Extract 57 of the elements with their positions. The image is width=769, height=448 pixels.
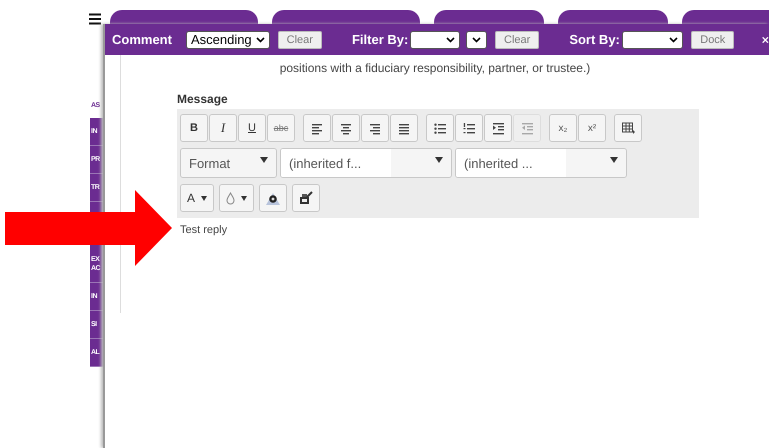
outdent-icon: [520, 121, 534, 135]
subscript-button[interactable]: x₂: [549, 114, 577, 142]
sort-label: Sort By:: [569, 32, 620, 47]
gear-icon: [266, 192, 280, 204]
indent-button[interactable]: [484, 114, 512, 142]
bullet-list-button[interactable]: [426, 114, 454, 142]
align-right-icon: [368, 121, 382, 135]
filter-label: Filter By:: [352, 32, 408, 47]
table-button[interactable]: [614, 114, 642, 142]
underline-button[interactable]: U: [238, 114, 266, 142]
number-list-button[interactable]: [455, 114, 483, 142]
order-select[interactable]: Ascending: [186, 30, 270, 48]
align-center-button[interactable]: [332, 114, 360, 142]
bullet-list-icon: [433, 121, 447, 135]
clear-button[interactable]: Clear: [495, 30, 540, 48]
superscript-button[interactable]: x²: [578, 114, 606, 142]
italic-button[interactable]: I: [209, 114, 237, 142]
close-icon[interactable]: [762, 34, 769, 44]
chevron-icon: [446, 36, 456, 42]
size-dropdown[interactable]: (inherited ...: [455, 148, 627, 178]
background-color-button[interactable]: [219, 184, 254, 212]
sort-select[interactable]: [622, 30, 684, 48]
format-dropdown[interactable]: Format: [180, 148, 277, 178]
menu-icon[interactable]: [89, 13, 101, 25]
filter-select[interactable]: [410, 30, 460, 48]
panel-title: Comment: [112, 32, 172, 47]
nav-tab[interactable]: [682, 10, 769, 24]
align-left-icon: [310, 121, 324, 135]
indent-icon: [491, 121, 505, 135]
bold-button[interactable]: B: [180, 114, 208, 142]
intro-text: positions with a fiduciary responsibility, partner, or trustee.): [278, 60, 592, 75]
align-left-button[interactable]: [303, 114, 331, 142]
nav-tab[interactable]: [558, 10, 668, 24]
nav-tab[interactable]: [272, 10, 420, 24]
table-icon: [621, 121, 635, 135]
paste-button[interactable]: [292, 184, 320, 212]
dock-button[interactable]: Dock: [691, 30, 734, 48]
nav-tab[interactable]: [110, 10, 258, 24]
align-right-button[interactable]: [361, 114, 389, 142]
number-list-icon: [462, 121, 476, 135]
filter-select[interactable]: [466, 30, 488, 48]
drop-icon: [226, 192, 236, 204]
spellcheck-button[interactable]: [259, 184, 288, 212]
chevron-icon: [472, 36, 482, 42]
clear-button[interactable]: Clear: [278, 30, 322, 48]
strike-button[interactable]: abc: [267, 114, 295, 142]
justify-icon: [397, 121, 411, 135]
nav-tab[interactable]: [434, 10, 544, 24]
justify-button[interactable]: [390, 114, 418, 142]
text-color-button[interactable]: A: [180, 184, 214, 212]
chevron-icon: [256, 36, 265, 42]
message-label: Message: [177, 92, 229, 106]
chevron-icon: [669, 36, 678, 42]
font-dropdown[interactable]: (inherited f...: [280, 148, 452, 178]
paste-icon: [299, 191, 314, 205]
reply-text: Test reply: [180, 224, 228, 236]
align-center-icon: [339, 121, 353, 135]
